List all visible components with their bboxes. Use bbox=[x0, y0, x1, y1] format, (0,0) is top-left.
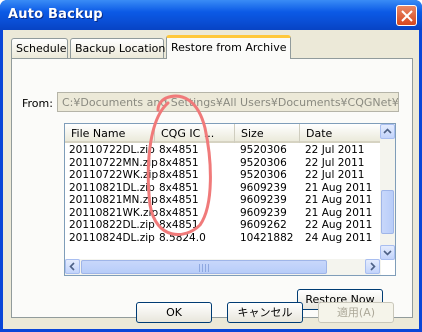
size-cell: 9520306 bbox=[240, 144, 287, 156]
size-cell: 9609239 bbox=[240, 206, 287, 219]
column-date[interactable]: Date bbox=[300, 124, 385, 143]
grip-icon bbox=[199, 264, 211, 272]
dialog-body: Schedule Backup Location Restore from Ar… bbox=[3, 30, 419, 329]
size-cell: 9520306 bbox=[240, 156, 287, 169]
chevron-left-icon bbox=[69, 262, 75, 271]
date-cell: 22 Jul 2011 bbox=[305, 169, 365, 181]
horizontal-scrollbar[interactable] bbox=[65, 259, 381, 275]
list-row[interactable]: 20110824DL.zip 8.5824.0 10421882 24 Aug 201… bbox=[65, 232, 385, 245]
cqg-ic-cell: 8x4851 bbox=[159, 169, 199, 181]
tab-schedule[interactable]: Schedule bbox=[11, 38, 68, 58]
scroll-right-button[interactable] bbox=[365, 259, 380, 274]
cqg-ic-cell: 8x4851 bbox=[159, 156, 199, 169]
size-cell: 9609239 bbox=[240, 194, 287, 206]
from-label: From: bbox=[22, 97, 53, 110]
cqg-ic-cell: 8x4851 bbox=[159, 206, 199, 219]
chevron-up-icon bbox=[383, 128, 392, 134]
cqg-ic-cell: 8x4851 bbox=[159, 194, 199, 206]
file-name-cell: 20110722DL.zip bbox=[69, 144, 155, 156]
horizontal-scroll-thumb[interactable] bbox=[81, 260, 327, 274]
close-icon bbox=[401, 10, 413, 22]
chevron-right-icon bbox=[370, 262, 376, 271]
date-cell: 22 Aug 2011 bbox=[305, 219, 373, 231]
cqg-ic-cell: 8x4851 bbox=[159, 219, 199, 231]
cqg-ic-cell: 8x4851 bbox=[159, 181, 199, 194]
scroll-down-button[interactable] bbox=[380, 245, 395, 260]
tab-label: Backup Location bbox=[75, 42, 166, 55]
size-cell: 9609262 bbox=[240, 219, 287, 231]
size-cell: 9520306 bbox=[240, 169, 287, 181]
tab-panel: From: C:¥Documents and Settings¥All User… bbox=[11, 58, 413, 318]
column-file-name[interactable]: File Name bbox=[65, 124, 155, 143]
file-name-cell: 20110722MN.zip bbox=[69, 156, 158, 169]
date-cell: 21 Aug 2011 bbox=[305, 181, 373, 194]
list-header: File Name CQG IC ... Size Date bbox=[65, 124, 385, 143]
tab-label: Restore from Archive bbox=[171, 41, 287, 54]
auto-backup-window: Auto Backup Schedule Backup Location Res… bbox=[0, 0, 422, 332]
ok-button[interactable]: OK bbox=[136, 302, 212, 323]
close-button[interactable] bbox=[396, 5, 417, 26]
list-row[interactable]: 20110821WK.zip 8x4851 9609239 21 Aug 2011 bbox=[65, 207, 385, 220]
chevron-down-icon bbox=[383, 250, 392, 256]
file-name-cell: 20110821WK.zip bbox=[69, 206, 159, 219]
file-name-cell: 20110822DL.zip bbox=[69, 219, 155, 231]
list-row[interactable]: 20110722DL.zip 8x4851 9520306 22 Jul 2011 bbox=[65, 144, 385, 157]
scroll-left-button[interactable] bbox=[65, 259, 80, 274]
tab-label: Schedule bbox=[16, 42, 67, 55]
window-title: Auto Backup bbox=[8, 7, 103, 22]
apply-button[interactable]: 適用(A) bbox=[318, 302, 394, 323]
archive-list[interactable]: File Name CQG IC ... Size Date 20110722D… bbox=[64, 123, 396, 276]
date-cell: 21 Aug 2011 bbox=[305, 194, 373, 206]
list-row[interactable]: 20110821MN.zip 8x4851 9609239 21 Aug 2011 bbox=[65, 194, 385, 207]
file-name-cell: 20110722WK.zip bbox=[69, 169, 159, 181]
file-name-cell: 20110821DL.zip bbox=[69, 181, 155, 194]
list-row[interactable]: 20110822DL.zip 8x4851 9609262 22 Aug 2011 bbox=[65, 219, 385, 232]
tab-backup-location[interactable]: Backup Location bbox=[70, 38, 166, 58]
cancel-button[interactable]: キャンセル bbox=[227, 302, 303, 323]
list-row[interactable]: 20110722WK.zip 8x4851 9520306 22 Jul 2011 bbox=[65, 169, 385, 182]
scroll-up-button[interactable] bbox=[380, 124, 395, 139]
list-rows: 20110722DL.zip 8x4851 9520306 22 Jul 2011 20… bbox=[65, 144, 385, 244]
from-path-field[interactable]: C:¥Documents and Settings¥All Users¥Docu… bbox=[57, 92, 399, 112]
column-cqg-ic[interactable]: CQG IC ... bbox=[155, 124, 235, 143]
tab-restore-from-archive[interactable]: Restore from Archive bbox=[166, 35, 291, 59]
column-size[interactable]: Size bbox=[235, 124, 300, 143]
cqg-ic-cell: 8.5824.0 bbox=[159, 231, 206, 244]
date-cell: 21 Aug 2011 bbox=[305, 206, 373, 219]
date-cell: 22 Jul 2011 bbox=[305, 156, 365, 169]
file-name-cell: 20110821MN.zip bbox=[69, 194, 158, 206]
date-cell: 22 Jul 2011 bbox=[305, 144, 365, 156]
date-cell: 24 Aug 2011 bbox=[305, 231, 373, 244]
cqg-ic-cell: 8x4851 bbox=[159, 144, 199, 156]
list-row[interactable]: 20110722MN.zip 8x4851 9520306 22 Jul 2011 bbox=[65, 157, 385, 170]
size-cell: 9609239 bbox=[240, 181, 287, 194]
size-cell: 10421882 bbox=[240, 231, 294, 244]
file-name-cell: 20110824DL.zip bbox=[69, 231, 155, 244]
vertical-scrollbar[interactable] bbox=[380, 124, 395, 260]
list-row[interactable]: 20110821DL.zip 8x4851 9609239 21 Aug 2011 bbox=[65, 182, 385, 195]
title-bar[interactable]: Auto Backup bbox=[0, 0, 422, 30]
vertical-scroll-thumb[interactable] bbox=[381, 190, 394, 234]
